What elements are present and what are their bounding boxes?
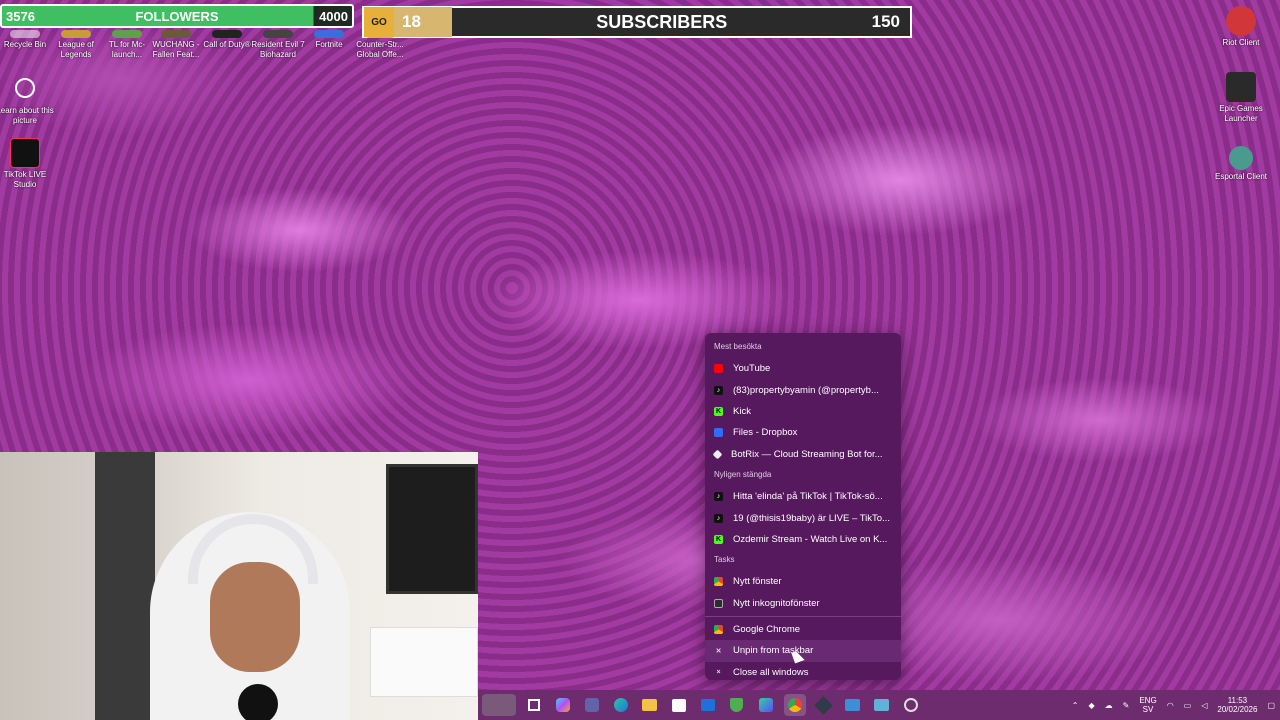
start-icon[interactable] [523,694,545,716]
system-tray: ⌃ ◆ ☁ ✎ ENG SV ◠ ▭ ◁ 11:53 20/02/2026 ▢ [1067,690,1280,720]
desktop-icon-tiktok[interactable]: TikTok LIVE Studio [0,138,54,190]
followers-label: FOLLOWERS [135,8,219,24]
volume-icon[interactable]: ◁ [1201,701,1207,710]
control-panel-icon[interactable] [871,694,893,716]
tiktok-icon: ♪ [714,385,723,395]
esportal-icon [1229,146,1253,170]
section-recently-closed: Nyligen stängda [714,469,772,479]
taskbar: ⌃ ◆ ☁ ✎ ENG SV ◠ ▭ ◁ 11:53 20/02/2026 ▢ [478,690,1280,720]
tlauncher-icon [112,30,142,38]
desktop-icon-esportal[interactable]: Esportal Client [1212,146,1270,182]
edge-icon[interactable] [610,694,632,716]
widgets-icon[interactable] [481,694,516,716]
m365-icon[interactable] [755,694,777,716]
tiktok-icon [10,138,40,168]
jump-item-botrix[interactable]: BotRix — Cloud Streaming Bot for... [705,444,901,465]
jump-item-kick[interactable]: K Kick [705,401,901,422]
close-icon: × [716,668,721,676]
jump-item-new-window[interactable]: Nytt fönster [705,571,901,592]
desktop-icon-learn-picture[interactable]: Learn about this picture [0,78,54,126]
botrix-icon [712,449,723,460]
league-icon [61,30,91,38]
desktop-icon-fortnite[interactable]: Fortnite [300,30,358,50]
desktop-icon-cod[interactable]: Call of Duty® [198,30,256,50]
learn-picture-icon [15,78,35,98]
csgo-icon [365,30,395,38]
followers-goal-bar: 3576 FOLLOWERS 4000 [0,4,354,28]
battery-icon[interactable]: ▭ [1184,701,1192,710]
chrome-icon [714,577,723,587]
re7-icon [263,30,293,38]
dropbox-icon [714,428,723,438]
subscribers-label: SUBSCRIBERS [596,11,728,32]
jump-item-tiktok-propertybyamin[interactable]: ♪ (83)propertybyamin (@propertyb... [705,379,901,400]
language-indicator[interactable]: ENG SV [1139,696,1156,714]
chrome-jump-list: Mest besökta YouTube ♪ (83)propertybyami… [705,333,901,680]
riot-icon [1226,6,1256,36]
pen-icon[interactable]: ✎ [1123,701,1130,710]
notification-icon[interactable]: ▢ [1267,701,1275,710]
cod-icon [212,30,242,38]
divider [705,615,901,617]
kick-icon: K [714,406,723,416]
jump-item-dropbox[interactable]: Files - Dropbox [705,422,901,443]
jump-item-new-incognito[interactable]: Nytt inkognitofönster [705,593,901,614]
wifi-icon[interactable]: ◠ [1167,701,1174,710]
fortnite-icon [314,30,344,38]
app-icon[interactable] [813,694,835,716]
wuchang-icon [161,30,191,38]
epic-icon [1226,72,1256,102]
tiktok-icon: ♪ [714,492,723,502]
unpin-icon: ✕ [715,647,722,655]
jump-item-close-all[interactable]: × Close all windows [705,662,901,683]
photos-icon[interactable] [842,694,864,716]
webcam-overlay [0,452,478,720]
jump-item-kick-ozdemir[interactable]: K Ozdemir Stream - Watch Live on K... [705,529,901,550]
tiktok-icon: ♪ [714,513,723,523]
jump-item-youtube[interactable]: YouTube [705,358,901,379]
desktop-icon-riot[interactable]: Riot Client [1212,6,1270,48]
jump-item-tiktok-live[interactable]: ♪ 19 (@thisis19baby) är LIVE – TikTo... [705,507,901,528]
clock[interactable]: 11:53 20/02/2026 [1217,696,1257,714]
desktop-icon-recycle-bin[interactable]: Recycle Bin [0,30,54,50]
desktop-icon-wuchang[interactable]: WUCHANG - Fallen Feat... [147,30,205,60]
section-tasks: Tasks [714,555,735,565]
desktop-icon-league[interactable]: League of Legends [47,30,105,60]
chevron-up-icon[interactable]: ⌃ [1072,701,1079,710]
desktop-icon-epic[interactable]: Epic Games Launcher [1212,72,1270,124]
subscribers-goal-bar: GO 18 SUBSCRIBERS 150 [362,6,912,38]
chrome-icon [714,625,723,635]
kick-icon: K [714,534,723,544]
recycle-bin-icon [10,30,40,38]
shield-icon[interactable] [726,694,748,716]
desktop-icon-csgo[interactable]: Counter-Str... Global Offe... [351,30,409,60]
copilot-icon[interactable] [552,694,574,716]
chrome-icon[interactable] [783,694,806,716]
mail-icon[interactable] [697,694,719,716]
teams-icon[interactable] [581,694,603,716]
youtube-icon [714,364,723,374]
network-app-icon[interactable]: ◆ [1088,701,1094,710]
jump-item-tiktok-search[interactable]: ♪ Hitta 'elinda' på TikTok | TikTok-sö..… [705,486,901,507]
steam-icon[interactable] [900,694,922,716]
subscribers-goal: 150 [871,12,900,31]
section-most-visited: Mest besökta [714,342,762,351]
store-icon[interactable] [668,694,690,716]
cloud-icon[interactable]: ☁ [1105,701,1113,710]
incognito-icon [714,598,723,608]
desktop-icon-re7[interactable]: Resident Evil 7 Biohazard [249,30,307,60]
file-explorer-icon[interactable] [639,694,661,716]
jump-item-google-chrome[interactable]: Google Chrome [705,619,901,640]
